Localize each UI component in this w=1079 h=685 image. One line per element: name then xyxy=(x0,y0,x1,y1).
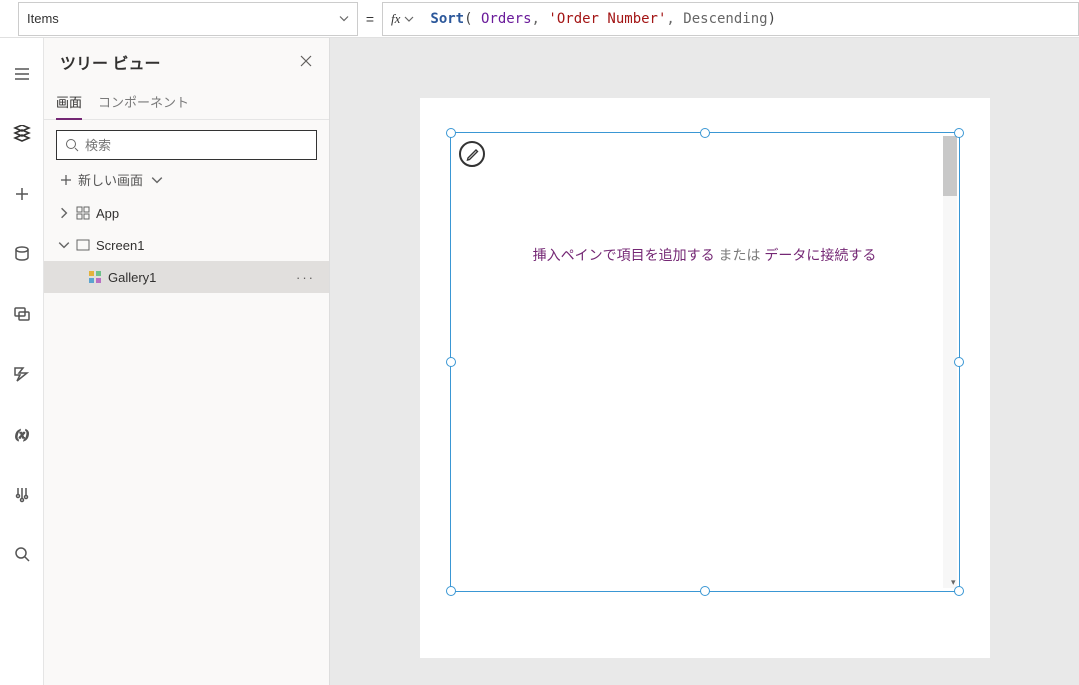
search-field[interactable] xyxy=(85,138,308,153)
variables-icon[interactable]: (x) xyxy=(0,414,44,454)
screen-artboard[interactable]: ▾ 挿入ペインで項目を追加する または データに接続する xyxy=(420,98,990,658)
new-screen-label: 新しい画面 xyxy=(78,170,143,189)
resize-handle-bottom[interactable] xyxy=(700,586,710,596)
scrollbar-thumb[interactable] xyxy=(943,136,957,196)
insert-icon[interactable] xyxy=(0,174,44,214)
app-icon xyxy=(76,206,90,220)
hamburger-icon[interactable] xyxy=(0,54,44,94)
chevron-down-icon xyxy=(404,14,414,24)
gallery-selection[interactable]: ▾ 挿入ペインで項目を追加する または データに接続する xyxy=(450,132,960,592)
tree-view-icon[interactable] xyxy=(0,114,44,154)
tree-item-label: Gallery1 xyxy=(108,270,156,285)
svg-text:(x): (x) xyxy=(15,427,28,441)
canvas[interactable]: ▾ 挿入ペインで項目を追加する または データに接続する xyxy=(330,38,1079,685)
new-screen-button[interactable]: 新しい画面 xyxy=(44,166,329,197)
tree-item-screen1[interactable]: Screen1 xyxy=(44,229,329,261)
nav-rail: (x) xyxy=(0,38,44,685)
resize-handle-top-right[interactable] xyxy=(954,128,964,138)
search-icon xyxy=(65,138,79,152)
chevron-down-icon xyxy=(339,11,349,26)
fx-label: fx xyxy=(391,11,400,27)
resize-handle-bottom-left[interactable] xyxy=(446,586,456,596)
chevron-down-icon xyxy=(58,238,70,252)
tree-item-gallery1[interactable]: Gallery1 ··· xyxy=(44,261,329,293)
plus-icon xyxy=(60,174,72,186)
tab-components[interactable]: コンポーネント xyxy=(98,86,189,119)
more-icon[interactable]: ··· xyxy=(296,270,315,285)
add-from-insert-link[interactable]: 挿入ペインで項目を追加する xyxy=(533,247,715,263)
formula-bar: Items = fx Sort( Orders, 'Order Number',… xyxy=(0,0,1079,38)
tree-item-app[interactable]: App xyxy=(44,197,329,229)
placeholder-middle: または xyxy=(715,247,765,263)
data-icon[interactable] xyxy=(0,234,44,274)
close-icon[interactable] xyxy=(299,54,313,71)
connect-data-link[interactable]: データに接続する xyxy=(764,247,876,263)
equals-label: = xyxy=(358,11,382,27)
media-icon[interactable] xyxy=(0,294,44,334)
tree-view-panel: ツリー ビュー 画面 コンポーネント 新しい画面 xyxy=(44,38,330,685)
property-name: Items xyxy=(27,11,59,26)
gallery-placeholder: 挿入ペインで項目を追加する または データに接続する xyxy=(451,245,959,265)
resize-handle-top[interactable] xyxy=(700,128,710,138)
formula-input[interactable]: Sort( Orders, 'Order Number', Descending… xyxy=(422,2,1079,36)
tree-item-label: App xyxy=(96,206,119,221)
fx-dropdown[interactable]: fx xyxy=(382,2,422,36)
search-input[interactable] xyxy=(56,130,317,160)
edit-gallery-button[interactable] xyxy=(459,141,485,167)
tree-title: ツリー ビュー xyxy=(60,50,160,74)
resize-handle-right[interactable] xyxy=(954,357,964,367)
property-select[interactable]: Items xyxy=(18,2,358,36)
resize-handle-top-left[interactable] xyxy=(446,128,456,138)
gallery-icon xyxy=(88,270,102,284)
tab-screens[interactable]: 画面 xyxy=(56,86,82,119)
chevron-right-icon xyxy=(58,206,70,220)
resize-handle-left[interactable] xyxy=(446,357,456,367)
screen-icon xyxy=(76,238,90,252)
power-automate-icon[interactable] xyxy=(0,354,44,394)
tools-icon[interactable] xyxy=(0,474,44,514)
search-icon[interactable] xyxy=(0,534,44,574)
chevron-down-icon xyxy=(151,174,163,186)
pencil-icon xyxy=(465,147,479,161)
tree-item-label: Screen1 xyxy=(96,238,144,253)
resize-handle-bottom-right[interactable] xyxy=(954,586,964,596)
